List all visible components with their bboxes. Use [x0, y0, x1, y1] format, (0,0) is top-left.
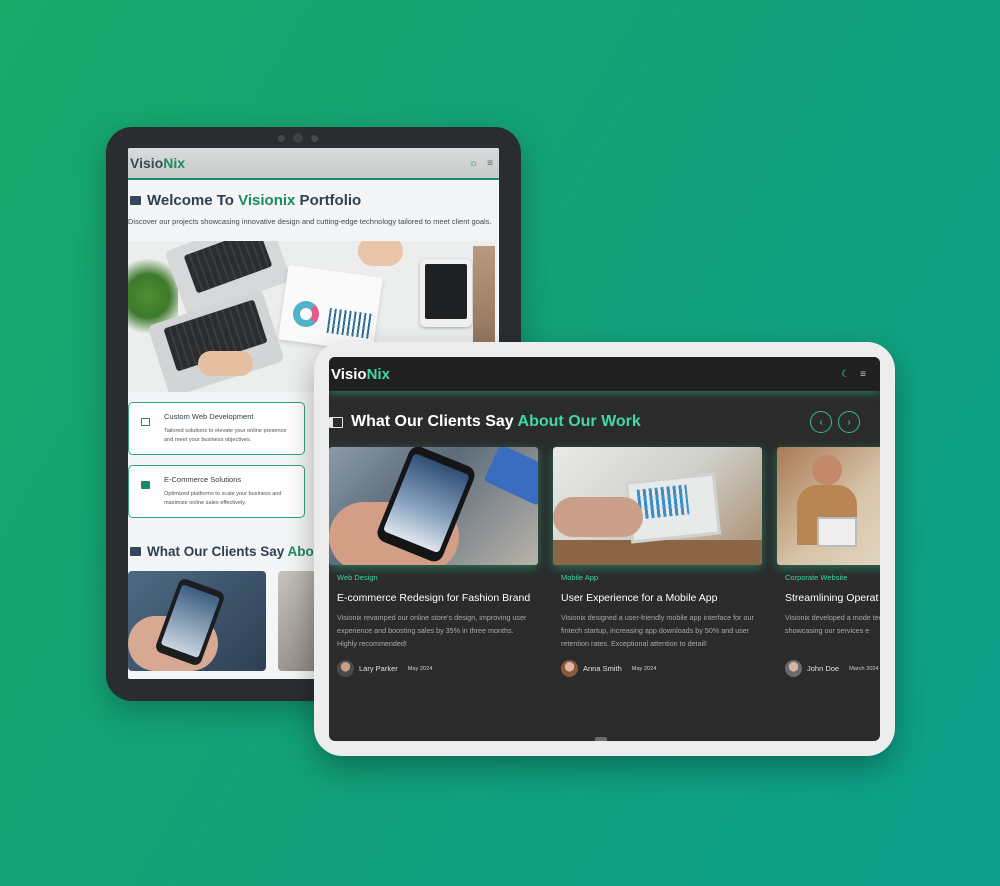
quote-icon	[329, 416, 343, 428]
testimonial-category: Mobile App	[561, 573, 599, 582]
testimonial-image	[777, 447, 880, 565]
author-name: Lary Parker	[359, 664, 398, 673]
service-title: Custom Web Development	[164, 412, 254, 421]
author-date: May 2024	[407, 665, 433, 672]
avatar	[561, 660, 578, 677]
landscape-tablet-mockup: VisioNix ☾ ≡ What Our Clients Say About …	[314, 342, 895, 756]
testimonial-card[interactable]: Mobile App User Experience for a Mobile …	[553, 447, 762, 677]
image-icon	[141, 481, 150, 489]
avatar	[785, 660, 802, 677]
logo[interactable]: VisioNix	[130, 155, 185, 171]
testimonial-category: Web Design	[337, 573, 378, 582]
testimonial-title: User Experience for a Mobile App	[561, 592, 718, 604]
avatar	[337, 660, 354, 677]
carousel-prev-button[interactable]: ‹	[810, 411, 832, 433]
moon-icon[interactable]: ☾	[841, 369, 850, 380]
portfolio-icon	[130, 196, 141, 205]
service-card-web-development[interactable]: Custom Web Development Tailored solution…	[128, 402, 305, 455]
page-title: Welcome To Visionix Portfolio	[130, 192, 499, 209]
service-description: Optimized platforms to scale your busine…	[164, 491, 282, 506]
navbar: VisioNix ☾ ≡	[329, 357, 880, 391]
page-subtitle: Discover our projects showcasing innovat…	[128, 217, 492, 226]
browser-icon	[141, 418, 150, 426]
testimonial-carousel: Web Design E-commerce Redesign for Fashi…	[329, 447, 880, 677]
testimonial-image	[329, 447, 538, 565]
service-description: Tailored solutions to elevate your onlin…	[164, 428, 287, 443]
testimonial-author: Lary Parker May 2024	[337, 660, 538, 677]
testimonial-text: Visionix designed a user-friendly mobile…	[561, 613, 754, 648]
scroll-indicator	[595, 737, 607, 741]
menu-icon[interactable]: ≡	[860, 369, 866, 380]
author-name: John Doe	[807, 664, 840, 673]
testimonial-text: Visionix developed a mode tech company, …	[785, 613, 880, 635]
testimonial-author: Anna Smith May 2024	[561, 660, 762, 677]
testimonial-title: Streamlining Operat	[785, 592, 879, 604]
tablet-camera	[278, 133, 318, 143]
navbar: VisioNix ☼ ≡	[128, 148, 499, 180]
quote-icon	[130, 547, 141, 556]
author-date: March 2024	[849, 665, 879, 672]
carousel-next-button[interactable]: ›	[838, 411, 860, 433]
service-card-ecommerce[interactable]: E-Commerce Solutions Optimized platforms…	[128, 465, 305, 518]
testimonial-category: Corporate Website	[785, 573, 848, 582]
testimonial-author: John Doe March 2024	[785, 660, 880, 677]
sun-icon[interactable]: ☼	[469, 158, 478, 169]
testimonial-image	[553, 447, 762, 565]
dark-theme-screen: VisioNix ☾ ≡ What Our Clients Say About …	[329, 357, 880, 741]
menu-icon[interactable]: ≡	[487, 158, 493, 169]
author-name: Anna Smith	[583, 664, 622, 673]
testimonial-card-image[interactable]	[128, 571, 266, 671]
testimonial-card[interactable]: Web Design E-commerce Redesign for Fashi…	[329, 447, 538, 677]
testimonial-card[interactable]: Corporate Website Streamlining Operat Vi…	[777, 447, 880, 677]
author-date: May 2024	[631, 665, 657, 672]
testimonials-heading: What Our Clients Say About Our Work	[329, 413, 641, 431]
service-title: E-Commerce Solutions	[164, 475, 242, 484]
testimonial-title: E-commerce Redesign for Fashion Brand	[337, 592, 531, 604]
testimonial-text: Visionix revamped our online store's des…	[337, 613, 527, 648]
logo[interactable]: VisioNix	[331, 366, 390, 383]
testimonial-card-image[interactable]	[278, 571, 318, 671]
